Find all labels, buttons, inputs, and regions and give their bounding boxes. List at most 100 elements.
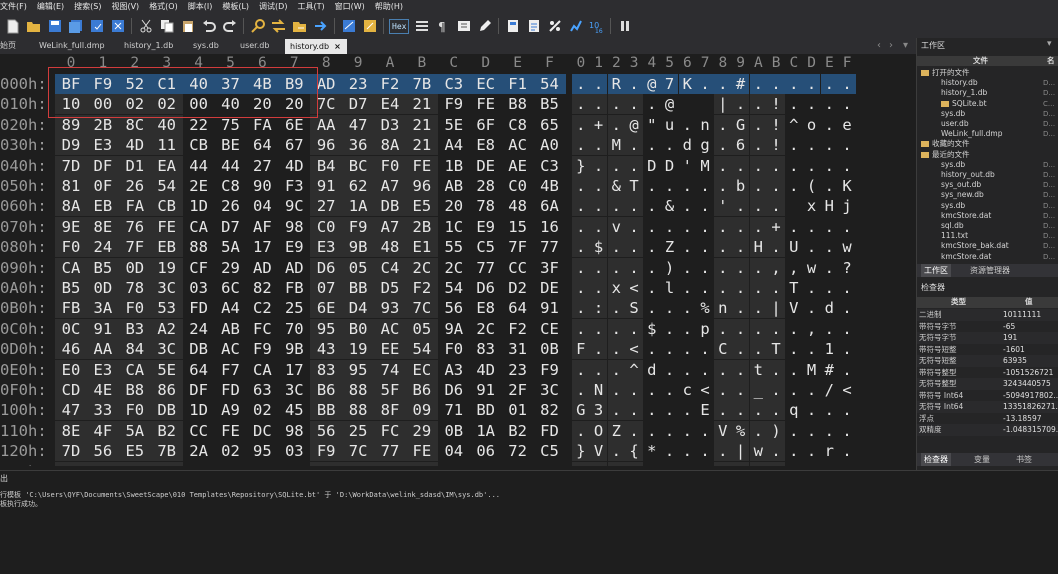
hex-byte[interactable]: 1D xyxy=(183,196,215,216)
hex-byte[interactable]: 26 xyxy=(215,196,247,216)
ascii-char[interactable]: . xyxy=(821,115,839,135)
hex-byte[interactable]: FC xyxy=(374,420,406,441)
ascii-char[interactable]: . xyxy=(785,421,803,441)
ascii-char[interactable]: . xyxy=(821,400,839,420)
hex-byte[interactable]: 9B xyxy=(278,339,310,359)
save-as-icon[interactable] xyxy=(87,17,106,36)
ascii-char[interactable]: . xyxy=(679,237,697,257)
ascii-char[interactable]: . xyxy=(714,155,732,176)
hex-byte[interactable]: DC xyxy=(246,421,278,441)
hex-byte[interactable]: 2C xyxy=(470,319,502,339)
hex-byte[interactable]: DB xyxy=(374,196,406,217)
hex-byte[interactable]: 64 xyxy=(183,360,215,380)
workspace-file[interactable]: history_out.db xyxy=(941,170,995,180)
ascii-char[interactable]: . xyxy=(821,278,839,298)
ascii-char[interactable]: & xyxy=(661,196,679,216)
ascii-char[interactable]: . xyxy=(589,359,608,380)
hex-byte[interactable]: FD xyxy=(215,380,247,400)
ascii-char[interactable]: . xyxy=(838,319,856,339)
hex-byte[interactable]: 02 xyxy=(215,441,247,461)
ascii-char[interactable]: 3 xyxy=(589,400,608,421)
hex-byte[interactable]: BB xyxy=(310,400,343,421)
ascii-char[interactable]: T xyxy=(767,339,785,360)
ascii-char[interactable]: C xyxy=(714,339,732,360)
hex-byte[interactable]: 82 xyxy=(246,278,278,298)
ascii-char[interactable]: . xyxy=(749,278,768,298)
hex-byte[interactable]: AD xyxy=(246,258,278,278)
ascii-char[interactable]: . xyxy=(696,360,714,380)
hex-byte[interactable]: 2C xyxy=(405,257,438,278)
hex-byte[interactable]: 27 xyxy=(246,156,278,176)
ascii-char[interactable]: . xyxy=(802,74,821,94)
ascii-char[interactable]: ' xyxy=(714,196,732,217)
hex-byte[interactable]: B8 xyxy=(502,94,534,114)
hex-byte[interactable]: 0D xyxy=(86,278,119,298)
ascii-char[interactable]: . xyxy=(572,359,590,380)
hex-byte[interactable]: 93 xyxy=(374,298,406,319)
ascii-char[interactable]: l xyxy=(661,278,679,298)
ascii-char[interactable]: . xyxy=(607,441,626,462)
ascii-char[interactable]: . xyxy=(838,339,856,359)
ascii-char[interactable]: D xyxy=(643,156,661,176)
hex-byte[interactable]: DB xyxy=(150,400,183,421)
menu-item[interactable]: 帮助(H) xyxy=(370,0,408,14)
hex-byte[interactable]: FB xyxy=(278,278,310,298)
ascii-char[interactable]: . xyxy=(643,217,661,237)
hex-byte[interactable]: E3 xyxy=(86,135,119,156)
ascii-char[interactable]: . xyxy=(714,216,732,237)
ascii-char[interactable]: . xyxy=(821,94,839,114)
ascii-char[interactable]: . xyxy=(731,278,750,298)
hex-byte[interactable]: 2C xyxy=(438,258,470,278)
hex-byte[interactable]: D5 xyxy=(374,278,406,298)
ascii-char[interactable]: . xyxy=(714,441,732,462)
hex-byte[interactable]: 21 xyxy=(405,94,438,115)
ascii-char[interactable]: V xyxy=(589,441,608,462)
hex-byte[interactable]: 17 xyxy=(278,360,310,380)
ascii-char[interactable]: . xyxy=(625,135,643,156)
hex-byte[interactable]: 03 xyxy=(278,441,310,461)
hex-byte[interactable]: F2 xyxy=(502,319,534,339)
ascii-char[interactable]: . xyxy=(821,319,839,339)
hex-byte[interactable]: CD xyxy=(55,380,87,400)
hex-byte[interactable]: B3 xyxy=(118,318,151,339)
hex-byte[interactable]: F9 xyxy=(246,339,278,359)
hex-byte[interactable]: 4D xyxy=(470,360,502,380)
workspace-file[interactable]: history.db xyxy=(941,78,978,88)
hex-byte[interactable]: CF xyxy=(183,258,215,278)
hex-byte[interactable]: 0C xyxy=(55,318,87,339)
ascii-char[interactable]: . xyxy=(643,278,661,298)
inspector-row[interactable]: 无符号 Int64 13351826271... xyxy=(917,401,1058,413)
ascii-char[interactable]: . xyxy=(714,400,732,421)
highlight-icon[interactable] xyxy=(475,17,494,36)
hex-byte[interactable]: 54 xyxy=(533,74,566,94)
ascii-char[interactable]: . xyxy=(749,114,768,135)
hex-byte[interactable]: 7D xyxy=(55,155,87,176)
open-folder-icon[interactable] xyxy=(24,17,43,36)
inspector-row[interactable]: 带符号 Int64 -5094917802... xyxy=(917,390,1058,402)
hex-byte[interactable]: 0F xyxy=(86,176,119,196)
hex-byte[interactable]: 21 xyxy=(405,114,438,135)
new-file-icon[interactable] xyxy=(3,17,22,36)
ascii-char[interactable]: G xyxy=(572,400,590,421)
ascii-char[interactable]: j xyxy=(838,196,856,216)
hex-byte[interactable]: 7F xyxy=(502,237,534,257)
ascii-char[interactable]: . xyxy=(803,156,821,176)
ascii-char[interactable]: } xyxy=(572,441,590,462)
inspector-row[interactable]: 带符号字节 -65 xyxy=(917,321,1058,333)
hex-byte[interactable]: 04 xyxy=(438,441,470,461)
ascii-char[interactable]: . xyxy=(803,400,821,420)
inspector-icon[interactable] xyxy=(524,17,543,36)
hex-byte[interactable]: 88 xyxy=(183,237,215,257)
ascii-char[interactable]: . xyxy=(714,176,732,196)
hex-byte[interactable]: 09 xyxy=(405,400,438,421)
undo-icon[interactable] xyxy=(199,17,218,36)
hex-byte[interactable]: 9A xyxy=(438,319,470,339)
ascii-char[interactable]: v xyxy=(607,216,626,237)
hex-byte[interactable]: 2E xyxy=(183,176,215,196)
ascii-char[interactable]: O xyxy=(589,420,608,441)
ascii-char[interactable]: ) xyxy=(767,420,785,441)
hex-byte[interactable]: CB xyxy=(183,135,215,155)
hex-byte[interactable]: A7 xyxy=(374,176,406,196)
workspace-file[interactable]: sys_new.db xyxy=(941,190,984,200)
ascii-char[interactable]: , xyxy=(767,257,785,278)
